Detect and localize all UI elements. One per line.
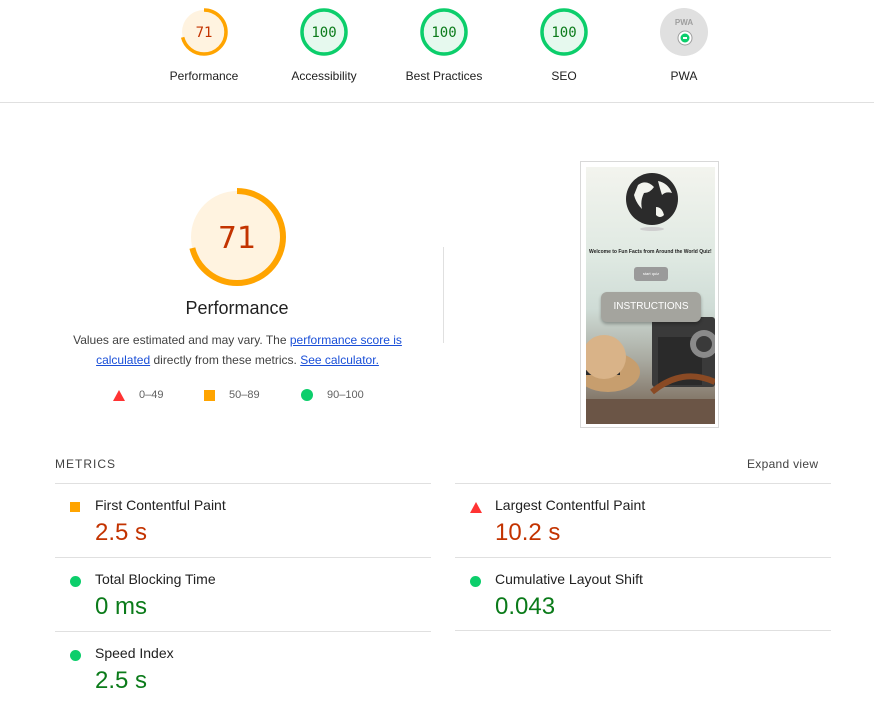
legend-range: 90–100 <box>327 389 364 401</box>
metric-name: Total Blocking Time <box>95 571 216 587</box>
gauge-label: PWA <box>670 69 698 83</box>
performance-score-gauge: 71 <box>130 182 344 292</box>
screenshot-instructions-button: INSTRUCTIONS <box>601 292 701 322</box>
svg-text:PWA: PWA <box>675 18 693 27</box>
legend-fail: 0–49 <box>113 389 163 401</box>
legend-range: 0–49 <box>139 389 164 401</box>
metric-total-blocking-time: Total Blocking Time 0 ms <box>55 558 431 632</box>
desc-text: Values are estimated and may vary. The <box>73 333 290 347</box>
gauge-label: SEO <box>551 69 577 83</box>
circle-icon <box>301 389 313 401</box>
large-gauge-score: 71 <box>218 221 256 256</box>
triangle-icon <box>113 389 125 401</box>
performance-title: Performance <box>185 298 289 318</box>
large-gauge: 71 <box>188 188 286 286</box>
performance-description: Values are estimated and may vary. The p… <box>60 330 415 370</box>
legend-range: 50–89 <box>229 389 260 401</box>
gauge-label: Performance <box>169 69 239 83</box>
category-performance[interactable]: 71 Performance <box>144 6 264 83</box>
metric-value: 2.5 s <box>95 519 148 546</box>
square-icon <box>204 389 215 401</box>
metric-first-contentful-paint: First Contentful Paint 2.5 s <box>55 484 431 558</box>
metric-cumulative-layout-shift: Cumulative Layout Shift 0.043 <box>455 558 831 632</box>
metric-value: 10.2 s <box>495 519 561 546</box>
accessibility-gauge: 100 <box>300 8 348 56</box>
screenshot-heading: Welcome to Fun Facts from Around the Wor… <box>589 249 712 255</box>
category-accessibility[interactable]: 100 Accessibility <box>264 6 384 83</box>
metric-name: First Contentful Paint <box>95 497 226 513</box>
legend-average: 50–89 <box>204 389 260 401</box>
gauge-score: 100 <box>311 25 336 41</box>
circle-icon <box>70 576 81 587</box>
gauge-label: Best Practices <box>405 69 483 83</box>
metric-divider <box>455 630 831 631</box>
gauge-score: 71 <box>196 25 213 41</box>
square-icon <box>70 502 80 512</box>
gauge-score: 100 <box>551 25 576 41</box>
circle-icon <box>470 576 481 587</box>
performance-gauge: 71 <box>180 8 228 56</box>
expand-view-toggle[interactable]: Expand view <box>747 457 818 471</box>
category-seo[interactable]: 100 SEO <box>504 6 624 83</box>
metric-value: 2.5 s <box>95 667 148 694</box>
gauge-label: Accessibility <box>291 69 357 83</box>
legend-pass: 90–100 <box>301 389 364 401</box>
best-practices-gauge: 100 <box>420 8 468 56</box>
seo-gauge: 100 <box>540 8 588 56</box>
category-gauges-bar: 71 Performance 100 Accessibility 100 Bes… <box>0 0 874 103</box>
desc-text: directly from these metrics. <box>150 353 301 367</box>
see-calculator-link[interactable]: See calculator. <box>300 353 379 367</box>
triangle-icon <box>470 502 482 513</box>
metric-value: 0 ms <box>95 593 148 620</box>
circle-icon <box>70 650 81 661</box>
final-screenshot[interactable]: Welcome to Fun Facts from Around the Wor… <box>580 161 719 428</box>
metric-name: Speed Index <box>95 645 174 661</box>
vertical-divider <box>443 247 444 343</box>
metrics-header: METRICS <box>55 457 116 471</box>
metric-value: 0.043 <box>495 593 556 620</box>
metric-name: Cumulative Layout Shift <box>495 571 643 587</box>
screenshot-image: Welcome to Fun Facts from Around the Wor… <box>586 167 715 424</box>
metric-largest-contentful-paint: Largest Contentful Paint 10.2 s <box>455 484 831 558</box>
category-pwa[interactable]: PWA PWA <box>624 6 744 83</box>
category-best-practices[interactable]: 100 Best Practices <box>384 6 504 83</box>
gauge-score: 100 <box>431 25 456 41</box>
metric-name: Largest Contentful Paint <box>495 497 646 513</box>
screenshot-start-button: start quiz <box>634 267 668 281</box>
metric-speed-index: Speed Index 2.5 s <box>55 632 431 706</box>
pwa-badge-icon: PWA <box>660 8 708 56</box>
